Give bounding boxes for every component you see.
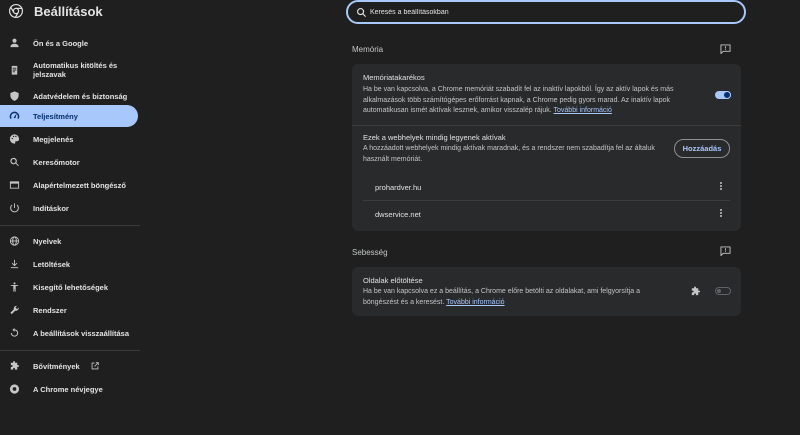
add-site-button[interactable]: Hozzáadás	[674, 139, 730, 158]
sidebar-item-performance[interactable]: Teljesítmény	[0, 105, 138, 127]
sidebar-item-downloads[interactable]: Letöltések	[0, 253, 138, 275]
learn-more-link[interactable]: További információ	[554, 107, 612, 114]
more-actions-icon[interactable]	[718, 209, 724, 219]
accessibility-icon	[9, 282, 20, 293]
sidebar-item-default-browser[interactable]: Alapértelmezett böngésző	[0, 174, 138, 196]
sidebar-item-label: Kisegítő lehetőségek	[33, 282, 109, 292]
toggle-knob	[723, 91, 731, 99]
search-icon	[9, 157, 20, 168]
browser-icon	[9, 180, 20, 191]
sidebar-item-label: Indításkor	[33, 203, 69, 213]
preload-title: Oldalak előtöltése	[363, 276, 423, 285]
sidebar-item-languages[interactable]: Nyelvek	[0, 230, 138, 252]
sidebar-item-label: A Chrome névjegye	[33, 384, 103, 394]
feedback-icon[interactable]	[720, 246, 731, 257]
sidebar-item-label: Megjelenés	[33, 134, 74, 144]
list-divider	[363, 200, 730, 201]
sidebar-item-label: A beállítások visszaállítása	[33, 328, 130, 338]
sidebar-item-label: Letöltések	[33, 259, 71, 269]
sidebar-divider	[0, 225, 140, 226]
sidebar-item-label: Alapértelmezett böngésző	[33, 180, 126, 190]
sidebar-divider	[0, 350, 140, 351]
search-input[interactable]	[370, 5, 730, 19]
sidebar-item-label: Teljesítmény	[33, 111, 78, 121]
memory-saver-toggle[interactable]	[715, 91, 731, 99]
sidebar-item-on-startup[interactable]: Indításkor	[0, 197, 138, 219]
shield-icon	[9, 91, 20, 102]
globe-icon	[9, 236, 20, 247]
site-list-item: prohardver.hu	[375, 183, 422, 192]
sidebar-item-label: Rendszer	[33, 305, 67, 315]
palette-icon	[9, 134, 20, 145]
learn-more-link[interactable]: További információ	[446, 299, 504, 306]
sidebar-item-appearance[interactable]: Megjelenés	[0, 128, 138, 150]
sidebar-item-label: Nyelvek	[33, 236, 62, 246]
sidebar-item-you-and-google[interactable]: Ön és a Google	[0, 32, 138, 54]
sidebar-item-extensions[interactable]: Bővítmények	[0, 355, 138, 377]
sidebar-item-label: Bővítmények	[33, 361, 80, 371]
sidebar-item-label: Ön és a Google	[33, 38, 89, 48]
sidebar-item-autofill[interactable]: Automatikus kitöltés és jelszavak	[0, 55, 138, 85]
memory-section-title: Memória	[352, 45, 384, 54]
always-active-title: Ezek a webhelyek mindig legyenek aktívak	[363, 133, 506, 142]
preload-toggle[interactable]	[715, 287, 731, 295]
feedback-icon[interactable]	[720, 44, 731, 55]
sidebar-item-label: Keresőmotor	[33, 157, 80, 167]
sidebar-item-label: Automatikus kitöltés és jelszavak	[33, 61, 118, 79]
card-divider	[352, 125, 741, 126]
more-actions-icon[interactable]	[718, 182, 724, 192]
sidebar-item-reset-settings[interactable]: A beállítások visszaállítása	[0, 322, 138, 344]
chrome-icon	[9, 384, 20, 395]
reset-icon	[9, 327, 20, 339]
puzzle-icon	[9, 360, 20, 372]
speed-card: Oldalak előtöltése Ha be van kapcsolva e…	[352, 267, 741, 316]
sidebar-item-about-chrome[interactable]: A Chrome névjegye	[0, 378, 138, 400]
sidebar-item-privacy[interactable]: Adatvédelem és biztonság	[0, 85, 138, 107]
clipboard-icon	[9, 65, 20, 76]
page-title: Beállítások	[34, 4, 103, 19]
site-list-item: dwservice.net	[375, 210, 421, 219]
download-icon	[9, 259, 20, 270]
memory-saver-description: Ha be van kapcsolva, a Chrome memóriát s…	[363, 86, 674, 114]
memory-saver-title: Memóriatakarékos	[363, 73, 425, 82]
always-active-description: A hozzáadott webhelyek mindig aktívak ma…	[363, 145, 655, 163]
toggle-knob	[717, 289, 721, 293]
chrome-logo-icon	[9, 4, 23, 18]
sidebar-item-accessibility[interactable]: Kisegítő lehetőségek	[0, 276, 138, 298]
wrench-icon	[9, 305, 20, 316]
sidebar-item-search-engine[interactable]: Keresőmotor	[0, 151, 138, 173]
memory-card: Memóriatakarékos Ha be van kapcsolva, a …	[352, 64, 741, 231]
extension-controlled-icon[interactable]	[690, 286, 701, 297]
header: Beállítások	[0, 0, 800, 26]
speedometer-icon	[9, 111, 20, 122]
speed-section-title: Sebesség	[352, 248, 388, 257]
sidebar-item-label: Adatvédelem és biztonság	[33, 91, 128, 101]
open-in-new-icon	[90, 361, 100, 371]
search-icon	[356, 7, 367, 18]
preload-description: Ha be van kapcsolva ez a beállítás, a Ch…	[363, 288, 641, 306]
sidebar-item-system[interactable]: Rendszer	[0, 299, 138, 321]
power-icon	[9, 203, 20, 214]
person-icon	[9, 38, 20, 49]
search-box[interactable]	[346, 0, 746, 24]
